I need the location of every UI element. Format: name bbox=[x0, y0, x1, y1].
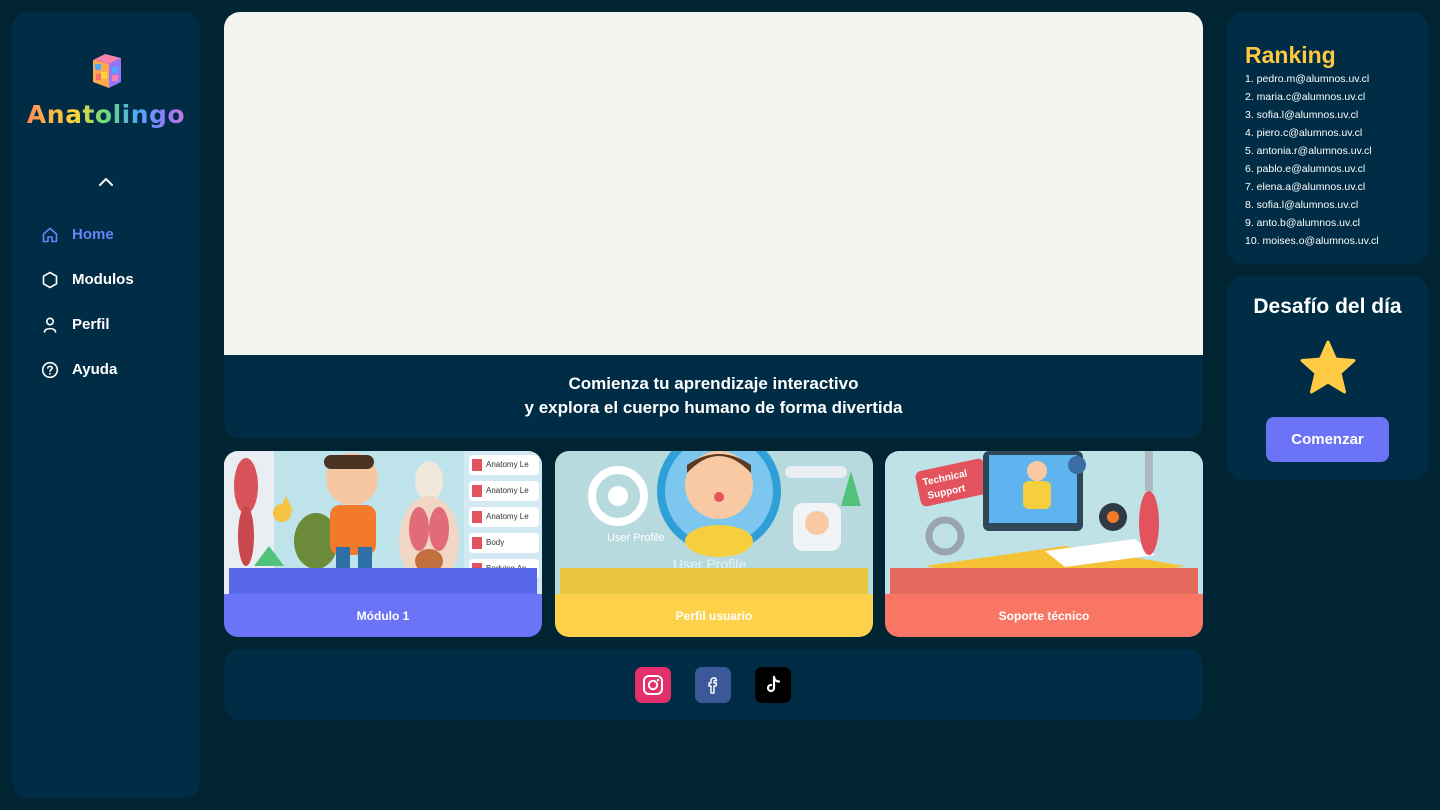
instagram-icon[interactable] bbox=[635, 667, 671, 703]
daily-challenge-panel: Desafío del día Comenzar bbox=[1227, 276, 1428, 480]
card-modulo-1[interactable]: Anatomy Le Anatomy Le Anatomy Le Body Bo… bbox=[224, 451, 542, 637]
start-challenge-button[interactable]: Comenzar bbox=[1266, 417, 1389, 462]
ranking-entry: 6. pablo.e@alumnos.uv.cl bbox=[1245, 163, 1366, 175]
sidebar-item-label: Ayuda bbox=[72, 361, 118, 378]
card-soporte-tecnico[interactable]: Technical Support Soporte técnico bbox=[885, 451, 1203, 637]
ranking-entry: 9. anto.b@alumnos.uv.cl bbox=[1245, 217, 1360, 229]
sidebar-item-home[interactable]: Home bbox=[40, 212, 190, 257]
hero-line-2: y explora el cuerpo humano de forma dive… bbox=[524, 398, 903, 417]
ranking-title: Ranking bbox=[1245, 42, 1336, 68]
sidebar-item-label: Home bbox=[72, 226, 114, 243]
ranking-entry: 10. moises.o@alumnos.uv.cl bbox=[1245, 235, 1379, 247]
card-image-technical-support: Technical Support bbox=[885, 451, 1203, 594]
logo[interactable]: Anatolingo bbox=[12, 52, 200, 129]
card-label: Módulo 1 bbox=[224, 594, 542, 637]
image-text: Anatomy Le bbox=[486, 512, 529, 521]
hero-line-1: Comienza tu aprendizaje interactivo bbox=[568, 374, 859, 393]
hero-text: Comienza tu aprendizaje interactivo y ex… bbox=[224, 372, 1203, 420]
ranking-entry: 4. piero.c@alumnos.uv.cl bbox=[1245, 127, 1363, 139]
help-icon bbox=[40, 360, 60, 380]
ranking-entry: 3. sofia.l@alumnos.uv.cl bbox=[1245, 109, 1359, 121]
ranking-list: 1. pedro.m@alumnos.uv.cl 2. maria.c@alum… bbox=[1245, 70, 1379, 250]
home-icon bbox=[40, 225, 60, 245]
sidebar-item-modulos[interactable]: Modulos bbox=[40, 257, 190, 302]
sidebar-item-perfil[interactable]: Perfil bbox=[40, 302, 190, 347]
tiktok-icon[interactable] bbox=[755, 667, 791, 703]
card-label: Soporte técnico bbox=[885, 594, 1203, 637]
chevron-up-icon bbox=[99, 178, 113, 186]
collapse-button[interactable] bbox=[92, 170, 120, 194]
social-footer bbox=[224, 649, 1203, 720]
sidebar-item-ayuda[interactable]: Ayuda bbox=[40, 347, 190, 392]
ranking-entry: 7. elena.a@alumnos.uv.cl bbox=[1245, 181, 1366, 193]
card-label: Perfil usuario bbox=[555, 594, 873, 637]
sidebar-nav: Home Modulos Perfil Ayuda bbox=[40, 212, 190, 392]
hexagon-icon bbox=[40, 270, 60, 290]
user-icon bbox=[40, 315, 60, 335]
ranking-entry: 2. maria.c@alumnos.uv.cl bbox=[1245, 91, 1366, 103]
card-perfil-usuario[interactable]: User Profile User Profile Perfil usuario bbox=[555, 451, 873, 637]
sidebar-item-label: Modulos bbox=[72, 271, 134, 288]
puzzle-cube-icon bbox=[93, 54, 121, 88]
sidebar-item-label: Perfil bbox=[72, 316, 110, 333]
challenge-title: Desafío del día bbox=[1253, 295, 1402, 318]
ranking-entry: 5. antonia.r@alumnos.uv.cl bbox=[1245, 145, 1372, 157]
app-name: Anatolingo bbox=[12, 100, 200, 129]
ranking-entry: 1. pedro.m@alumnos.uv.cl bbox=[1245, 73, 1370, 85]
image-text: User Profile bbox=[607, 532, 664, 544]
facebook-icon[interactable] bbox=[695, 667, 731, 703]
card-image-anatomy: Anatomy Le Anatomy Le Anatomy Le Body Bo… bbox=[224, 451, 542, 594]
star-icon bbox=[1300, 340, 1356, 394]
ranking-panel: Ranking 1. pedro.m@alumnos.uv.cl 2. mari… bbox=[1227, 12, 1428, 264]
card-image-user-profile: User Profile User Profile bbox=[555, 451, 873, 594]
sidebar: Anatolingo Home Modulos Perfil Ayuda bbox=[12, 12, 200, 798]
hero-media bbox=[224, 12, 1203, 355]
image-text: Anatomy Le bbox=[486, 486, 529, 495]
image-text: Body bbox=[486, 538, 504, 547]
ranking-entry: 8. sofia.l@alumnos.uv.cl bbox=[1245, 199, 1359, 211]
hero-panel: Comienza tu aprendizaje interactivo y ex… bbox=[224, 12, 1203, 438]
image-text: Anatomy Le bbox=[486, 460, 529, 469]
